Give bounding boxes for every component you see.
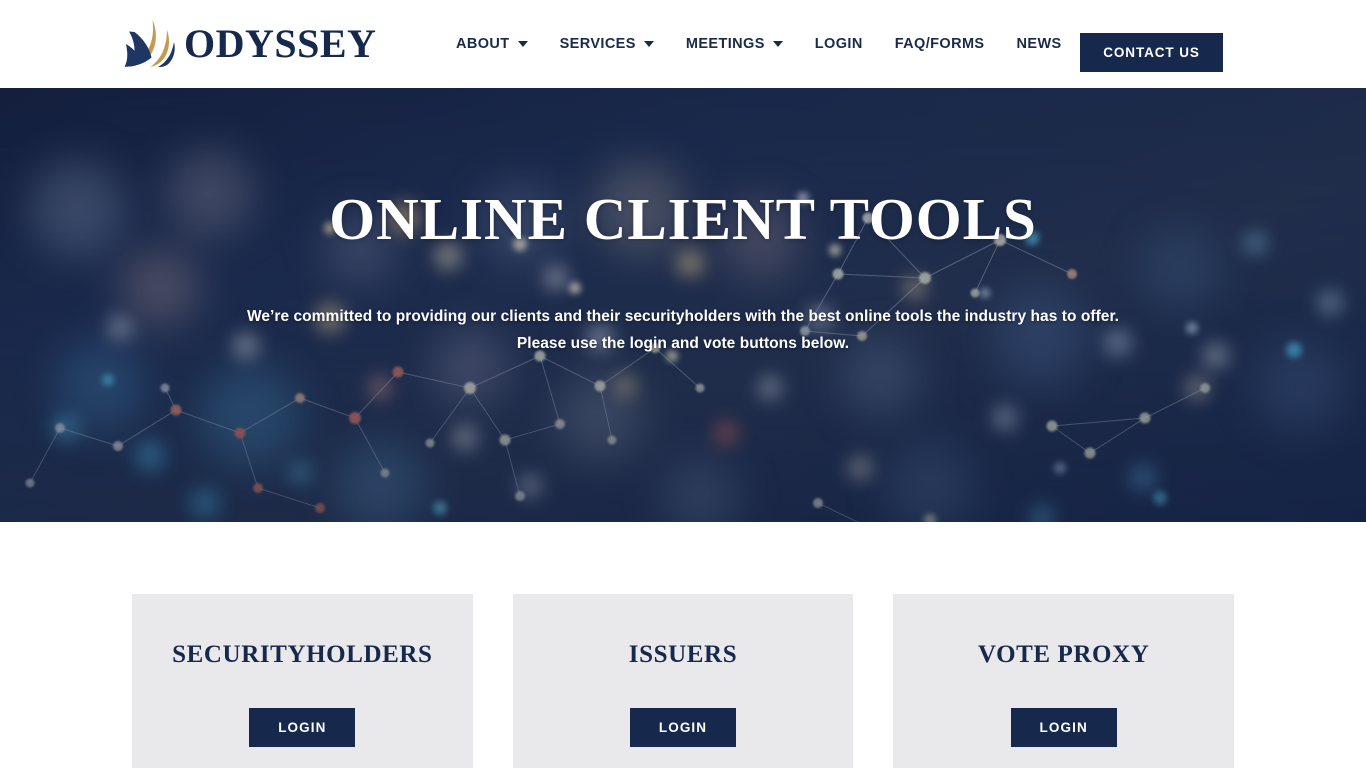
odyssey-sail-logo-icon xyxy=(124,20,175,68)
nav-item-news[interactable]: NEWS xyxy=(1001,0,1078,88)
card-issuers: ISSUERS LOGIN xyxy=(512,594,854,768)
nav-item-faq-forms[interactable]: FAQ/FORMS xyxy=(879,0,1001,88)
chevron-down-icon xyxy=(517,41,528,47)
card-securityholders: SECURITYHOLDERS LOGIN xyxy=(132,594,473,768)
nav-label: SERVICES xyxy=(559,36,636,52)
issuers-login-button[interactable]: LOGIN xyxy=(630,708,736,747)
nav-label: FAQ/FORMS xyxy=(894,36,985,52)
card-title: VOTE PROXY xyxy=(977,641,1150,668)
card-title: SECURITYHOLDERS xyxy=(172,641,433,668)
nav-item-meetings[interactable]: MEETINGS xyxy=(670,0,799,88)
hero-content: ONLINE CLIENT TOOLS We’re committed to p… xyxy=(0,88,1366,522)
securityholders-login-button[interactable]: LOGIN xyxy=(249,708,356,747)
main-navigation: ABOUT SERVICES MEETINGS LOGIN FAQ/FORMS … xyxy=(440,0,1078,88)
nav-item-services[interactable]: SERVICES xyxy=(544,0,670,88)
client-tools-cards-section: SECURITYHOLDERS LOGIN ISSUERS LOGIN VOTE… xyxy=(0,522,1366,768)
vote-proxy-login-button[interactable]: LOGIN xyxy=(1010,708,1117,747)
nav-item-login[interactable]: LOGIN xyxy=(799,0,879,88)
card-vote-proxy: VOTE PROXY LOGIN xyxy=(893,594,1235,768)
hero-subtitle-line-1: We’re committed to providing our clients… xyxy=(246,307,1120,325)
contact-us-button[interactable]: CONTACT US xyxy=(1080,33,1223,72)
chevron-down-icon xyxy=(772,41,783,47)
nav-label: ABOUT xyxy=(456,36,510,52)
site-header: ODYSSEY ABOUT SERVICES MEETINGS LOGIN FA… xyxy=(0,0,1366,88)
card-title: ISSUERS xyxy=(628,641,738,668)
hero-subtitle: We’re committed to providing our clients… xyxy=(203,304,1163,357)
nav-label: LOGIN xyxy=(814,36,863,52)
hero-banner: ONLINE CLIENT TOOLS We’re committed to p… xyxy=(0,88,1366,522)
nav-label: NEWS xyxy=(1016,36,1062,52)
nav-item-about[interactable]: ABOUT xyxy=(440,0,544,88)
hero-title: ONLINE CLIENT TOOLS xyxy=(329,186,1037,252)
cards-row: SECURITYHOLDERS LOGIN ISSUERS LOGIN VOTE… xyxy=(132,594,1235,768)
site-logo[interactable]: ODYSSEY xyxy=(122,18,376,70)
chevron-down-icon xyxy=(643,41,654,47)
hero-subtitle-line-2: Please use the login and vote buttons be… xyxy=(516,334,850,352)
logo-wordmark: ODYSSEY xyxy=(184,21,377,66)
nav-label: MEETINGS xyxy=(685,36,765,52)
